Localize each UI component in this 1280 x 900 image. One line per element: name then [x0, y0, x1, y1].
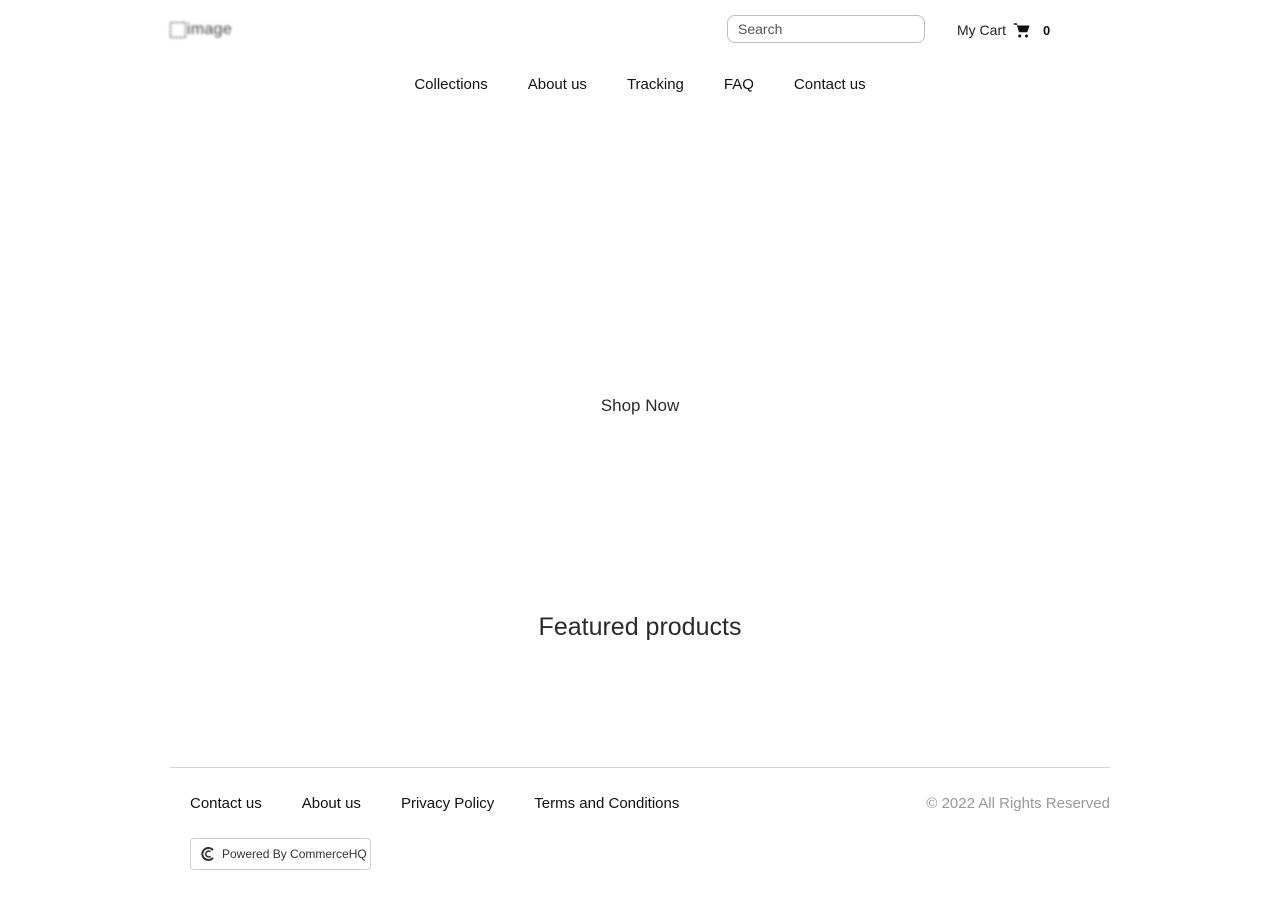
featured-products-heading: Featured products [538, 613, 742, 641]
nav-item-about-us[interactable]: About us [528, 76, 587, 96]
footer-link-contact-us[interactable]: Contact us [190, 795, 262, 812]
nav-item-faq[interactable]: FAQ [724, 76, 754, 96]
shop-now-link[interactable]: Shop Now [601, 396, 679, 415]
footer-links: Contact us About us Privacy Policy Terms… [190, 795, 679, 812]
cart-icon [1013, 21, 1031, 39]
commercehq-logo-icon [200, 846, 216, 862]
main-nav: Collections About us Tracking FAQ Contac… [0, 76, 1280, 96]
search-input[interactable] [727, 15, 925, 43]
cart-count: 0 [1043, 22, 1051, 38]
broken-image-icon [170, 22, 186, 38]
store-logo[interactable]: image [170, 19, 232, 41]
nav-item-tracking[interactable]: Tracking [627, 76, 684, 96]
copyright-text: © 2022 All Rights Reserved [926, 795, 1110, 812]
hero-section: Shop Now [0, 396, 1280, 416]
footer-divider [170, 767, 1110, 768]
powered-by-label: Powered By CommerceHQ [222, 847, 367, 861]
nav-item-contact-us[interactable]: Contact us [794, 76, 866, 96]
footer-link-privacy-policy[interactable]: Privacy Policy [401, 795, 494, 812]
logo-alt-text: image [187, 21, 233, 38]
footer-link-terms-and-conditions[interactable]: Terms and Conditions [534, 795, 679, 812]
cart-label: My Cart [957, 22, 1006, 38]
powered-by-badge[interactable]: Powered By CommerceHQ [190, 838, 371, 870]
footer-link-about-us[interactable]: About us [302, 795, 361, 812]
nav-item-collections[interactable]: Collections [414, 76, 487, 96]
cart-button[interactable]: My Cart 0 [957, 19, 1050, 41]
